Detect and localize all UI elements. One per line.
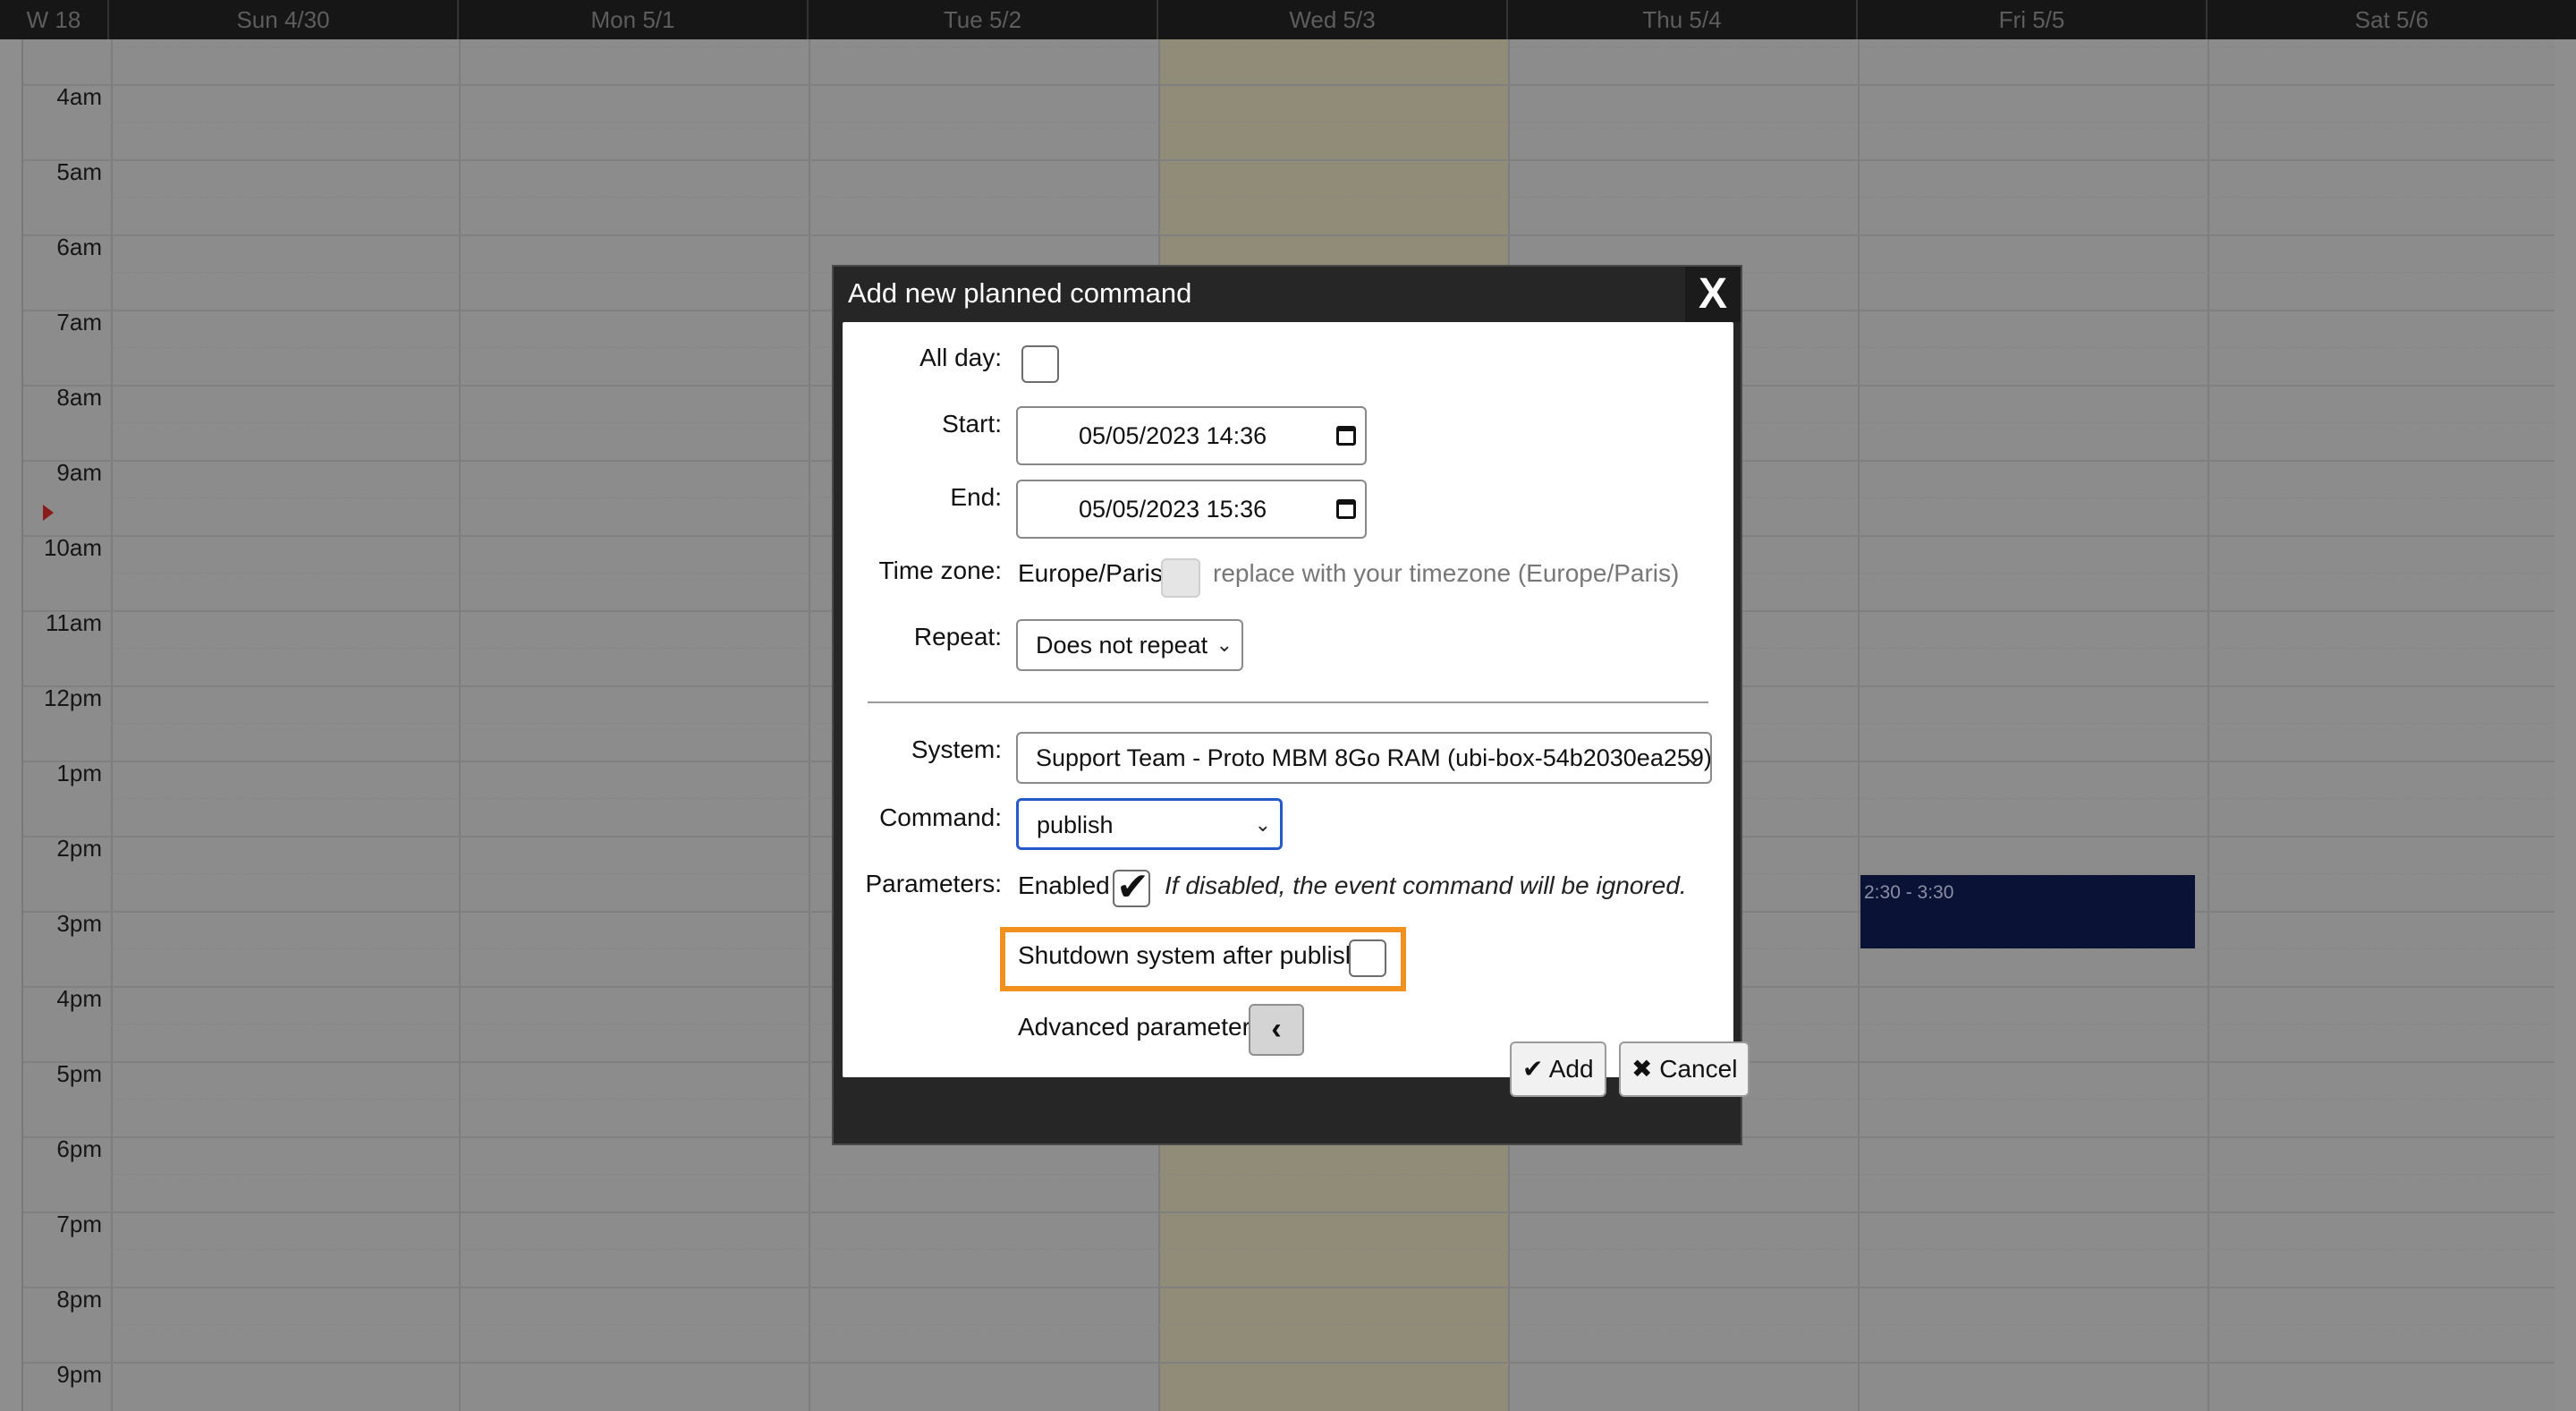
- system-select-value: Support Team - Proto MBM 8Go RAM (ubi-bo…: [1036, 744, 1712, 771]
- enabled-checkbox[interactable]: ✔: [1113, 865, 1150, 909]
- repeat-select[interactable]: Does not repeat ⌄: [1016, 619, 1243, 671]
- chevron-left-icon: ‹: [1271, 1012, 1282, 1046]
- calendar-header: W 18 Sun 4/30 Mon 5/1 Tue 5/2 Wed 5/3 Th…: [0, 0, 2576, 39]
- add-planned-command-dialog: Add new planned command X All day: Start…: [832, 265, 1750, 1145]
- hour-label: 9am: [56, 459, 102, 486]
- timezone-value: Europe/Paris: [1018, 559, 1163, 587]
- end-label: End:: [950, 483, 1002, 511]
- parameters-label: Parameters:: [865, 870, 1003, 897]
- hour-line: [23, 1362, 2555, 1364]
- section-divider: [868, 701, 1708, 703]
- start-datetime-input[interactable]: 05/05/2023 14:36: [1016, 406, 1367, 465]
- hour-label: 8am: [56, 384, 102, 411]
- half-hour-line: [111, 197, 2555, 198]
- hour-label: 4am: [56, 83, 102, 110]
- hour-label: 5pm: [56, 1060, 102, 1087]
- day-column-mon[interactable]: [461, 39, 810, 1411]
- all-day-checkbox[interactable]: [1021, 345, 1059, 383]
- calendar-icon[interactable]: [1336, 499, 1356, 519]
- checkmark-icon: ✔: [1116, 865, 1149, 909]
- enabled-label: Enabled: [1018, 871, 1110, 899]
- half-hour-line: [111, 1249, 2555, 1250]
- week-number: W 18: [0, 0, 109, 39]
- timezone-label: Time zone:: [878, 557, 1002, 584]
- close-button[interactable]: X: [1685, 267, 1741, 322]
- repeat-label: Repeat:: [913, 623, 1002, 650]
- dialog-body: All day: Start: 05/05/2023 14:36 End: 05…: [843, 322, 1733, 1077]
- day-header-sat[interactable]: Sat 5/6: [2207, 0, 2576, 39]
- end-datetime-input[interactable]: 05/05/2023 15:36: [1016, 480, 1367, 539]
- day-header-sun[interactable]: Sun 4/30: [109, 0, 459, 39]
- hour-label: 7am: [56, 309, 102, 336]
- cancel-button-label: Cancel: [1659, 1055, 1738, 1083]
- hour-label: 5am: [56, 158, 102, 185]
- end-datetime-value: 05/05/2023 15:36: [1079, 496, 1267, 523]
- calendar-icon[interactable]: [1336, 426, 1356, 446]
- command-select[interactable]: publish ⌄: [1016, 798, 1283, 850]
- hour-line: [23, 1287, 2555, 1288]
- dialog-title: Add new planned command: [848, 277, 1192, 309]
- day-column-sat[interactable]: [2209, 39, 2556, 1411]
- day-column-sun[interactable]: [111, 39, 461, 1411]
- hour-label: 6pm: [56, 1135, 102, 1162]
- enabled-hint: If disabled, the event command will be i…: [1165, 871, 1687, 899]
- add-button[interactable]: ✔ Add: [1510, 1041, 1606, 1097]
- hour-label: 9pm: [56, 1361, 102, 1388]
- start-label: Start:: [942, 410, 1002, 438]
- hour-label: 1pm: [56, 760, 102, 786]
- hour-label: 8pm: [56, 1286, 102, 1313]
- chevron-down-icon: ⌄: [1216, 633, 1233, 656]
- hour-label: 4pm: [56, 985, 102, 1012]
- system-label: System:: [911, 735, 1002, 763]
- advanced-parameters-toggle[interactable]: ‹: [1249, 1004, 1304, 1056]
- day-header-thu[interactable]: Thu 5/4: [1508, 0, 1858, 39]
- half-hour-line: [111, 1174, 2555, 1175]
- hour-label: 6am: [56, 234, 102, 260]
- replace-timezone-checkbox: [1161, 558, 1200, 598]
- current-time-marker: [43, 505, 54, 521]
- cancel-button[interactable]: ✖ Cancel: [1619, 1041, 1750, 1097]
- hour-label: 7pm: [56, 1211, 102, 1237]
- all-day-label: All day:: [919, 344, 1002, 371]
- hour-label: 12pm: [43, 684, 102, 711]
- hour-label: 3pm: [56, 910, 102, 937]
- hour-line: [23, 84, 2555, 86]
- command-label: Command:: [879, 803, 1002, 831]
- shutdown-label: Shutdown system after publish: [1018, 941, 1360, 969]
- repeat-select-value: Does not repeat: [1036, 632, 1208, 659]
- add-button-label: Add: [1548, 1055, 1594, 1083]
- day-header-fri[interactable]: Fri 5/5: [1858, 0, 2207, 39]
- system-select[interactable]: Support Team - Proto MBM 8Go RAM (ubi-bo…: [1016, 732, 1712, 784]
- hour-label: 11am: [45, 609, 102, 636]
- command-select-value: publish: [1037, 812, 1114, 838]
- day-column-fri[interactable]: [1860, 39, 2209, 1411]
- hour-label: 10am: [43, 534, 102, 561]
- hour-line: [23, 159, 2555, 161]
- hour-label: 2pm: [56, 835, 102, 862]
- half-hour-line: [111, 1324, 2555, 1325]
- advanced-parameters-label: Advanced parameters: [1018, 1013, 1263, 1041]
- hour-line: [23, 234, 2555, 236]
- day-header-tue[interactable]: Tue 5/2: [809, 0, 1158, 39]
- check-icon: ✔: [1522, 1055, 1544, 1083]
- shutdown-checkbox[interactable]: [1349, 939, 1386, 977]
- chevron-down-icon: ⌄: [1684, 746, 1701, 769]
- day-header-wed[interactable]: Wed 5/3: [1158, 0, 1508, 39]
- day-header-mon[interactable]: Mon 5/1: [459, 0, 809, 39]
- half-hour-line: [111, 122, 2555, 123]
- start-datetime-value: 05/05/2023 14:36: [1079, 422, 1267, 449]
- chevron-down-icon: ⌄: [1254, 813, 1271, 836]
- calendar-event[interactable]: 2:30 - 3:30: [1860, 875, 2195, 948]
- timezone-replace-hint: replace with your timezone (Europe/Paris…: [1213, 559, 1680, 587]
- close-x-icon: ✖: [1631, 1055, 1653, 1083]
- hour-line: [23, 1211, 2555, 1213]
